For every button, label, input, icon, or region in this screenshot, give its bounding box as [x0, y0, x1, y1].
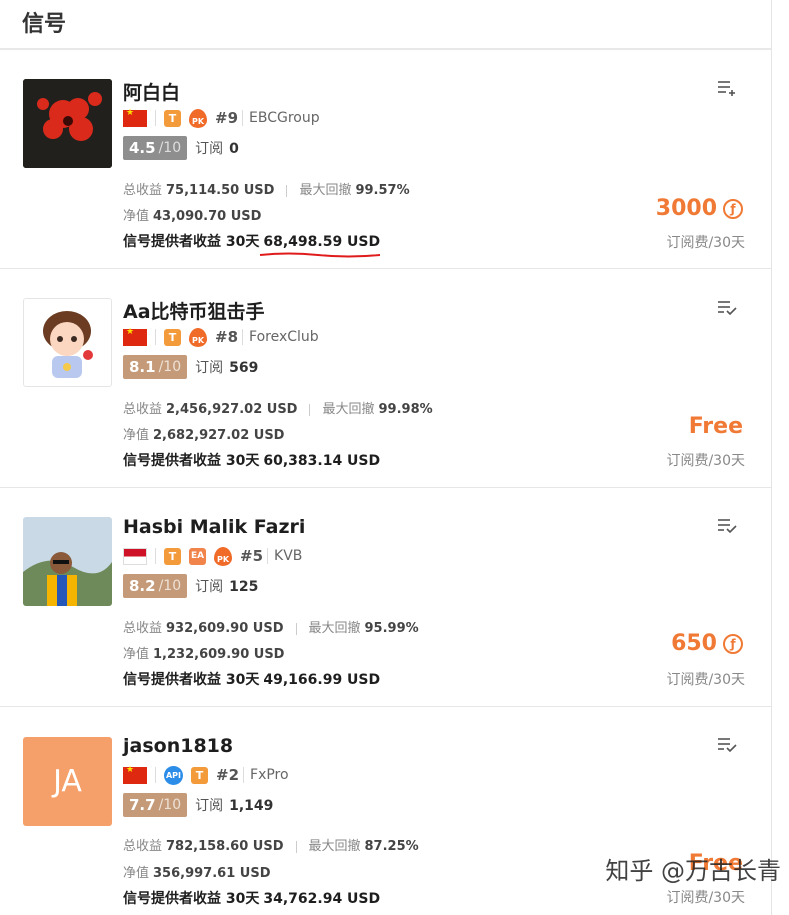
subscribed-list-icon[interactable] [717, 518, 737, 534]
api-tag-icon: API [164, 765, 183, 785]
rating-badge: 8.2/10 [123, 574, 188, 598]
fee-unit: 订阅费/30天 [666, 890, 745, 906]
score-row: 8.1/10 订阅 569 [123, 355, 258, 379]
net-value-line: 净值 356,997.61 USD [123, 866, 271, 881]
subscriber-count: 订阅 0 [195, 141, 239, 157]
fee-unit: 订阅费/30天 [666, 235, 745, 251]
subscription-price: 3000 ƒ [656, 196, 743, 221]
signal-card[interactable]: 阿白白 T PK #9 EBCGroup 4.5/10 订阅0 总收益75,11… [0, 52, 771, 269]
subscribed-list-icon[interactable] [717, 737, 737, 753]
net-value-line: 净值 43,090.70 USD [123, 209, 262, 224]
rank: #5 [240, 547, 264, 565]
provider-income-line: 信号提供者收益 30天 49,166.99 USD [123, 672, 381, 688]
indonesia-flag-icon [123, 547, 147, 565]
provider-income-line: 信号提供者收益 30天 60,383.14 USD [123, 453, 381, 469]
subscriber-count: 订阅 1,149 [195, 798, 274, 814]
broker: FxPro [243, 767, 289, 783]
pk-flame-icon: PK [214, 546, 232, 566]
ea-tag-icon: EA [189, 547, 206, 565]
signal-name[interactable]: jason1818 [123, 735, 233, 757]
rating-badge: 7.7/10 [123, 793, 188, 817]
signal-name[interactable]: Hasbi Malik Fazri [123, 516, 305, 538]
score-row: 4.5/10 订阅 0 [123, 136, 239, 160]
t-tag-icon: T [164, 328, 181, 346]
net-value-line: 净值 2,682,927.02 USD [123, 428, 285, 443]
china-flag-icon [123, 108, 147, 127]
avatar[interactable] [23, 517, 112, 606]
badge-row: T PK #8 ForexClub [123, 327, 319, 347]
income-line: 总收益 75,114.50 USD 最大回撤 99.57% [123, 183, 410, 198]
china-flag-icon [123, 327, 147, 346]
subscriber-count: 订阅 569 [195, 360, 259, 376]
fee-unit: 订阅费/30天 [666, 672, 745, 688]
t-tag-icon: T [191, 766, 208, 784]
fee-unit: 订阅费/30天 [666, 453, 745, 469]
income-line: 总收益 932,609.90 USD 最大回撤 95.99% [123, 621, 419, 636]
page-title: 信号 [0, 0, 771, 50]
t-tag-icon: T [164, 547, 181, 565]
net-value-line: 净值 1,232,609.90 USD [123, 647, 285, 662]
add-to-list-icon[interactable] [717, 80, 737, 96]
cartoon-avatar-image [43, 311, 93, 378]
signal-card[interactable]: Aa比特币狙击手 T PK #8 ForexClub 8.1/10 订阅569 … [0, 269, 771, 488]
avatar-initials: JA [53, 764, 82, 799]
badge-row: T PK #9 EBCGroup [123, 108, 320, 128]
coin-icon: ƒ [723, 198, 743, 219]
china-flag-icon [123, 765, 147, 784]
income-line: 总收益 2,456,927.02 USD 最大回撤 99.98% [123, 402, 433, 417]
rank: #8 [215, 328, 239, 346]
provider-income-line: 信号提供者收益 30天 68,498.59 USD [123, 234, 381, 250]
signal-name[interactable]: 阿白白 [123, 78, 180, 105]
rating-badge: 4.5/10 [123, 136, 188, 160]
rank: #9 [215, 109, 239, 127]
t-tag-icon: T [164, 109, 181, 127]
subscription-price: Free [688, 414, 743, 439]
broker: KVB [267, 548, 302, 564]
broker: EBCGroup [242, 110, 320, 126]
rating-badge: 8.1/10 [123, 355, 188, 379]
flower-avatar-image [23, 79, 112, 168]
avatar[interactable] [23, 298, 112, 387]
avatar[interactable] [23, 79, 112, 168]
photo-avatar-image [23, 517, 112, 606]
badge-row: T EA PK #5 KVB [123, 546, 302, 566]
signal-card[interactable]: Hasbi Malik Fazri T EA PK #5 KVB 8.2/10 … [0, 488, 771, 707]
signal-list-panel: 信号 阿白白 T PK #9 EBCGroup 4.5/10 [0, 0, 772, 915]
broker: ForexClub [242, 329, 319, 345]
provider-income-line: 信号提供者收益 30天 34,762.94 USD [123, 891, 381, 907]
income-line: 总收益 782,158.60 USD 最大回撤 87.25% [123, 839, 419, 854]
rank: #2 [216, 766, 240, 784]
subscriber-count: 订阅 125 [195, 579, 259, 595]
pk-flame-icon: PK [189, 108, 207, 128]
score-row: 7.7/10 订阅 1,149 [123, 793, 273, 817]
avatar[interactable]: JA [23, 737, 112, 826]
signal-name[interactable]: Aa比特币狙击手 [123, 297, 265, 324]
red-underline-annotation [259, 252, 381, 258]
coin-icon: ƒ [723, 633, 743, 654]
subscribed-list-icon[interactable] [717, 300, 737, 316]
watermark: 知乎 @万古长青 [605, 857, 781, 885]
subscription-price: 650 ƒ [671, 631, 743, 656]
pk-flame-icon: PK [189, 327, 207, 347]
score-row: 8.2/10 订阅 125 [123, 574, 258, 598]
badge-row: API T #2 FxPro [123, 765, 289, 785]
